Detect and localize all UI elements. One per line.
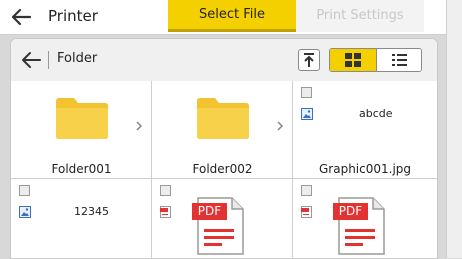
file-tile-pdf[interactable]: PDF [152, 179, 293, 259]
file-browser-panel: Folder Folder001 Folder002 abcde Graphic… [10, 38, 438, 259]
back-arrow-icon[interactable] [10, 7, 32, 27]
side-scrollbar[interactable] [446, 0, 462, 258]
file-name: Folder002 [192, 162, 253, 176]
arrow-to-top-icon [304, 53, 314, 67]
file-tile-pdf[interactable]: PDF [293, 179, 437, 259]
list-view-button[interactable] [376, 49, 421, 71]
select-checkbox[interactable] [301, 87, 312, 98]
file-name: Graphic001.jpg [318, 162, 412, 176]
pdf-file-icon [160, 206, 171, 218]
select-checkbox[interactable] [19, 185, 30, 196]
file-grid: Folder001 Folder002 abcde Graphic001.jpg [11, 81, 437, 259]
folder-toolbar: Folder [11, 39, 437, 82]
tab-select-file[interactable]: Select File [168, 0, 296, 32]
file-tile-folder001[interactable]: Folder001 [11, 81, 152, 179]
file-tile-graphic001[interactable]: abcde Graphic001.jpg [293, 81, 437, 179]
image-preview-text: 12345 [74, 205, 109, 218]
list-icon [392, 54, 407, 66]
toolbar-divider [48, 51, 49, 69]
select-checkbox[interactable] [160, 185, 171, 196]
folder-icon [197, 98, 249, 139]
top-bar: Printer Select File Print Settings [0, 0, 462, 35]
grid-icon [345, 53, 361, 67]
folder-icon [56, 98, 108, 139]
chevron-right-icon [277, 121, 284, 131]
image-file-icon [301, 108, 313, 120]
app-title: Printer [48, 7, 98, 25]
pdf-badge-text: PDF [197, 204, 222, 218]
tab-print-settings[interactable]: Print Settings [296, 0, 424, 32]
image-preview-text: abcde [359, 107, 393, 120]
file-tile-image[interactable]: 12345 [11, 179, 152, 259]
grid-view-button[interactable] [330, 49, 376, 71]
select-checkbox[interactable] [301, 185, 312, 196]
scroll-to-top-button[interactable] [298, 49, 320, 71]
file-name: Folder001 [51, 162, 112, 176]
view-mode-toggle [329, 48, 422, 72]
image-file-icon [19, 206, 31, 218]
chevron-right-icon [136, 121, 143, 131]
current-folder-label: Folder [57, 51, 98, 66]
folder-back-arrow-icon[interactable] [21, 50, 41, 70]
pdf-badge-text: PDF [338, 204, 363, 218]
file-tile-folder002[interactable]: Folder002 [152, 81, 293, 179]
pdf-file-icon [301, 206, 312, 218]
